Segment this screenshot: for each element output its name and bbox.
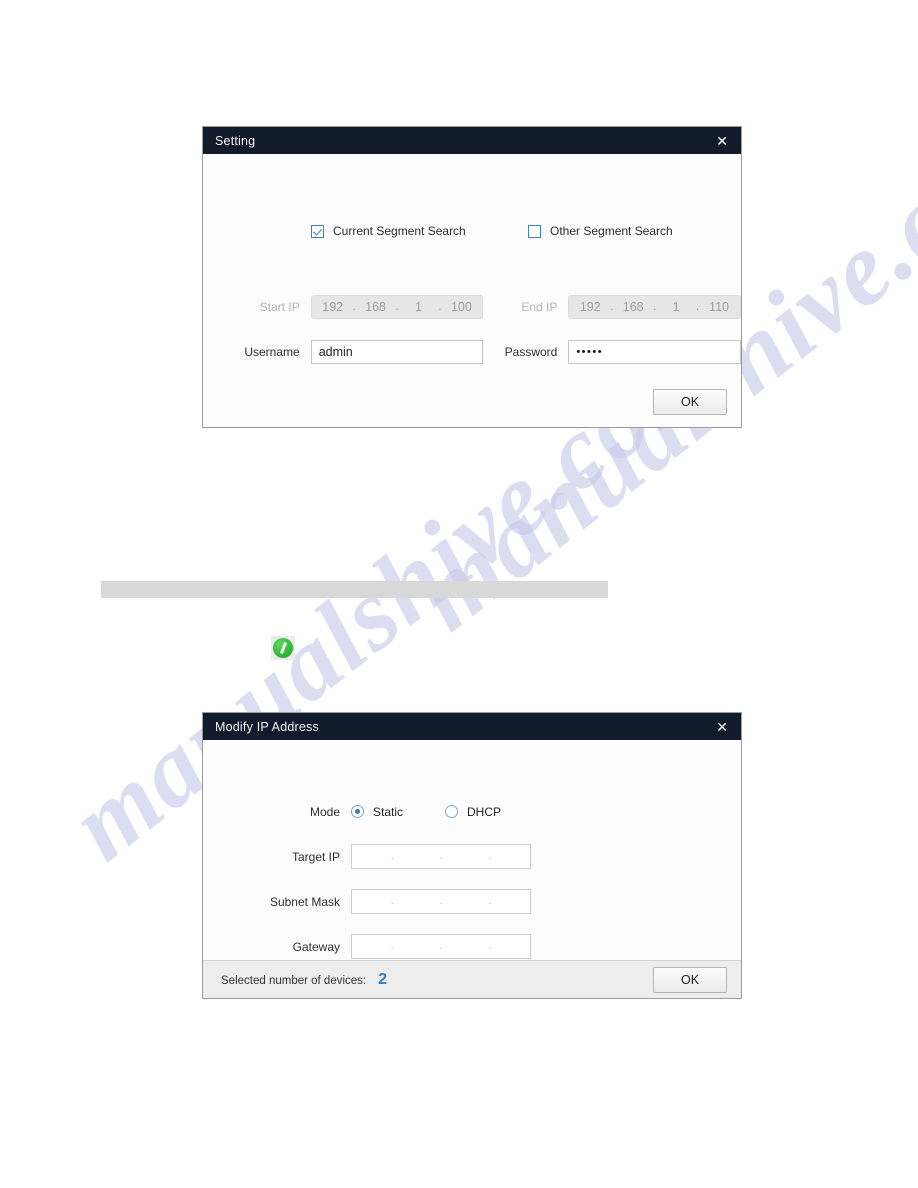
ip-octet: 192 bbox=[322, 300, 344, 314]
ip-separator: . bbox=[439, 850, 443, 862]
username-input[interactable]: admin bbox=[310, 340, 484, 364]
gateway-row: Gateway . . . bbox=[203, 934, 741, 959]
ip-separator: . bbox=[395, 301, 399, 313]
target-ip-row: Target IP . . . bbox=[203, 844, 741, 869]
ip-separator: . bbox=[488, 940, 492, 952]
ip-separator: . bbox=[390, 895, 394, 907]
password-label: Password bbox=[504, 345, 558, 359]
credentials-row: Username admin Password ••••• bbox=[203, 340, 741, 364]
ip-separator: . bbox=[438, 301, 442, 313]
radio-icon-unselected[interactable] bbox=[445, 805, 459, 818]
ip-octet: 100 bbox=[450, 300, 472, 314]
start-ip-label: Start IP bbox=[259, 300, 300, 314]
subnet-mask-input[interactable]: . . . bbox=[351, 889, 531, 914]
radio-label: Static bbox=[373, 804, 404, 819]
selected-devices-count: 2 bbox=[378, 970, 388, 988]
setting-dialog: Setting ✕ Current Segment Search Other S… bbox=[202, 126, 742, 428]
ip-separator: . bbox=[439, 895, 443, 907]
gateway-label: Gateway bbox=[292, 939, 340, 954]
subnet-mask-label: Subnet Mask bbox=[269, 894, 340, 909]
ip-range-row: Start IP 192 . 168 . 1 . 100 End IP 192 … bbox=[203, 295, 741, 319]
ip-separator: . bbox=[696, 301, 700, 313]
ip-octet: 110 bbox=[709, 300, 729, 314]
close-icon[interactable]: ✕ bbox=[713, 718, 731, 736]
modify-dialog-titlebar: Modify IP Address ✕ bbox=[203, 713, 741, 740]
checkbox-icon-unchecked[interactable] bbox=[528, 224, 541, 238]
ip-octet: 192 bbox=[579, 300, 601, 314]
ip-separator: . bbox=[439, 940, 443, 952]
checkbox-icon-checked[interactable] bbox=[311, 224, 324, 238]
ip-separator: . bbox=[653, 301, 657, 313]
start-ip-input[interactable]: 192 . 168 . 1 . 100 bbox=[310, 295, 484, 319]
modify-dialog-body: Mode Static DHCP Target IP . . . Subnet … bbox=[203, 740, 741, 998]
ip-separator: . bbox=[488, 895, 492, 907]
checkbox-other-segment-search[interactable]: Other Segment Search bbox=[528, 224, 673, 238]
mode-row: Mode Static DHCP bbox=[203, 799, 741, 824]
ip-octet: 1 bbox=[415, 300, 422, 314]
target-ip-input[interactable]: . . . bbox=[351, 844, 531, 869]
password-masked-value: ••••• bbox=[576, 346, 604, 358]
ok-button[interactable]: OK bbox=[653, 389, 727, 415]
redacted-text-bar bbox=[101, 581, 608, 598]
ip-octet: 168 bbox=[622, 300, 644, 314]
ip-octet: 168 bbox=[365, 300, 387, 314]
ok-button[interactable]: OK bbox=[653, 966, 727, 993]
ip-separator: . bbox=[352, 301, 356, 313]
gateway-input[interactable]: . . . bbox=[351, 934, 531, 959]
radio-icon-selected[interactable] bbox=[351, 805, 364, 818]
selected-devices-label: Selected number of devices: bbox=[221, 974, 367, 987]
ip-separator: . bbox=[390, 940, 394, 952]
radio-label: DHCP bbox=[467, 804, 502, 819]
ip-octet: 1 bbox=[672, 300, 680, 314]
mode-label: Mode bbox=[309, 804, 340, 819]
selected-devices-info: Selected number of devices: 2 bbox=[221, 971, 387, 989]
subnet-mask-row: Subnet Mask . . . bbox=[203, 889, 741, 914]
username-label: Username bbox=[244, 345, 300, 359]
ip-separator: . bbox=[610, 301, 614, 313]
ip-separator: . bbox=[390, 850, 394, 862]
checkbox-current-segment-search[interactable]: Current Segment Search bbox=[311, 224, 466, 238]
radio-static[interactable]: Static bbox=[351, 805, 403, 819]
segment-search-options: Current Segment Search Other Segment Sea… bbox=[203, 224, 741, 244]
setting-dialog-title: Setting bbox=[215, 133, 256, 148]
checkbox-label: Other Segment Search bbox=[550, 224, 673, 238]
modify-dialog-footer: Selected number of devices: 2 OK bbox=[203, 960, 741, 998]
modify-dialog-fields: Mode Static DHCP Target IP . . . Subnet … bbox=[203, 740, 741, 960]
setting-dialog-titlebar: Setting ✕ bbox=[203, 127, 741, 154]
target-ip-label: Target IP bbox=[291, 849, 340, 864]
close-icon[interactable]: ✕ bbox=[713, 132, 731, 150]
radio-dhcp[interactable]: DHCP bbox=[445, 805, 501, 819]
edit-pencil-icon[interactable] bbox=[273, 638, 293, 658]
password-input[interactable]: ••••• bbox=[568, 340, 741, 364]
end-ip-label: End IP bbox=[521, 300, 558, 314]
end-ip-input[interactable]: 192 . 168 . 1 . 110 bbox=[568, 295, 741, 319]
modify-ip-address-dialog: Modify IP Address ✕ Mode Static DHCP Tar… bbox=[202, 712, 742, 999]
setting-dialog-body: Current Segment Search Other Segment Sea… bbox=[203, 154, 741, 427]
checkbox-label: Current Segment Search bbox=[333, 224, 466, 238]
ip-separator: . bbox=[488, 850, 492, 862]
modify-dialog-title: Modify IP Address bbox=[215, 719, 319, 734]
edit-icon-container bbox=[271, 636, 295, 660]
